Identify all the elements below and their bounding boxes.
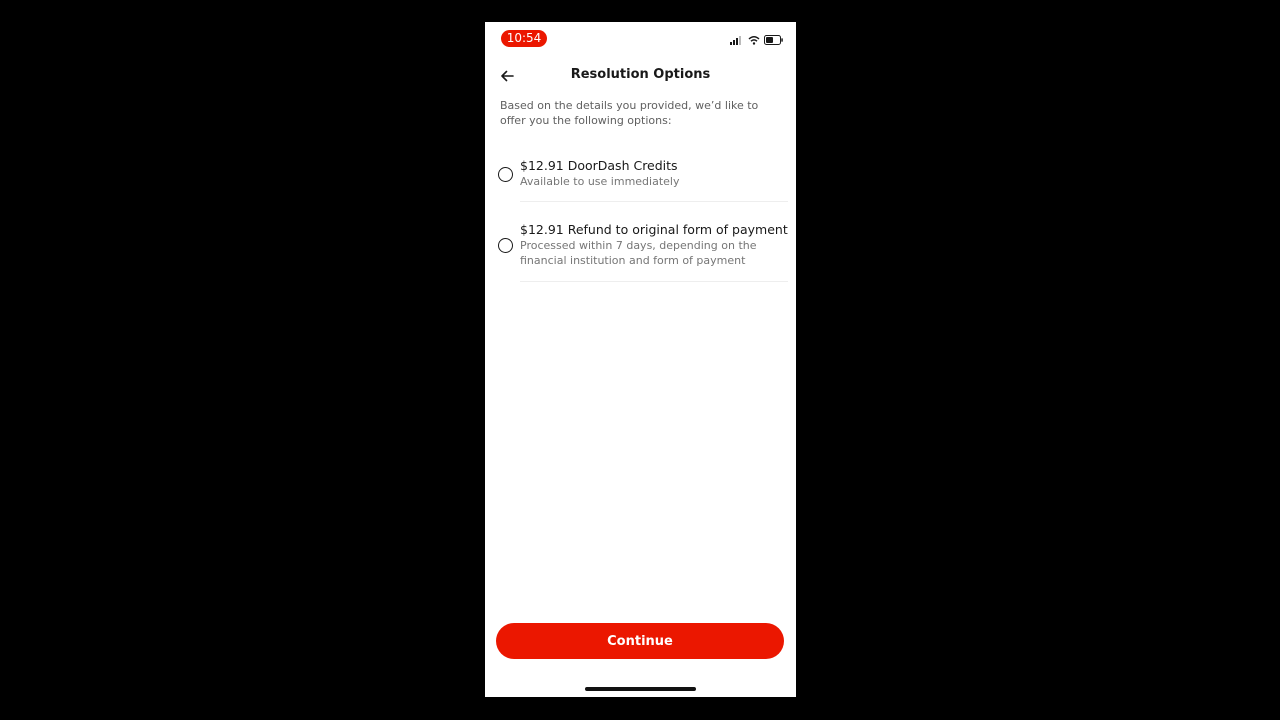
divider	[520, 201, 788, 202]
radio-button[interactable]	[498, 167, 513, 182]
option-title: $12.91 Refund to original form of paymen…	[520, 222, 788, 237]
nav-bar: Resolution Options	[485, 62, 796, 90]
status-time: 10:54	[501, 30, 547, 47]
battery-icon	[764, 35, 783, 45]
page-title: Resolution Options	[570, 67, 711, 82]
option-refund-original-payment[interactable]: $12.91 Refund to original form of paymen…	[485, 218, 796, 282]
signal-icon	[730, 36, 741, 45]
divider	[520, 281, 788, 282]
option-body: $12.91 Refund to original form of paymen…	[520, 221, 788, 268]
option-body: $12.91 DoorDash Credits Available to use…	[520, 157, 788, 189]
intro-text: Based on the details you provided, we’d …	[500, 99, 759, 127]
option-description: Processed within 7 days, depending on th…	[520, 239, 757, 267]
option-doordash-credits[interactable]: $12.91 DoorDash Credits Available to use…	[485, 154, 796, 202]
radio-button[interactable]	[498, 238, 513, 253]
phone-screen: 10:54 Resolution Options Based on the de…	[485, 22, 796, 697]
wifi-icon	[748, 36, 760, 45]
status-bar: 10:54	[485, 22, 796, 58]
option-description: Available to use immediately	[520, 175, 680, 188]
option-title: $12.91 DoorDash Credits	[520, 158, 678, 173]
continue-button[interactable]: Continue	[496, 623, 784, 659]
home-indicator	[585, 687, 696, 691]
